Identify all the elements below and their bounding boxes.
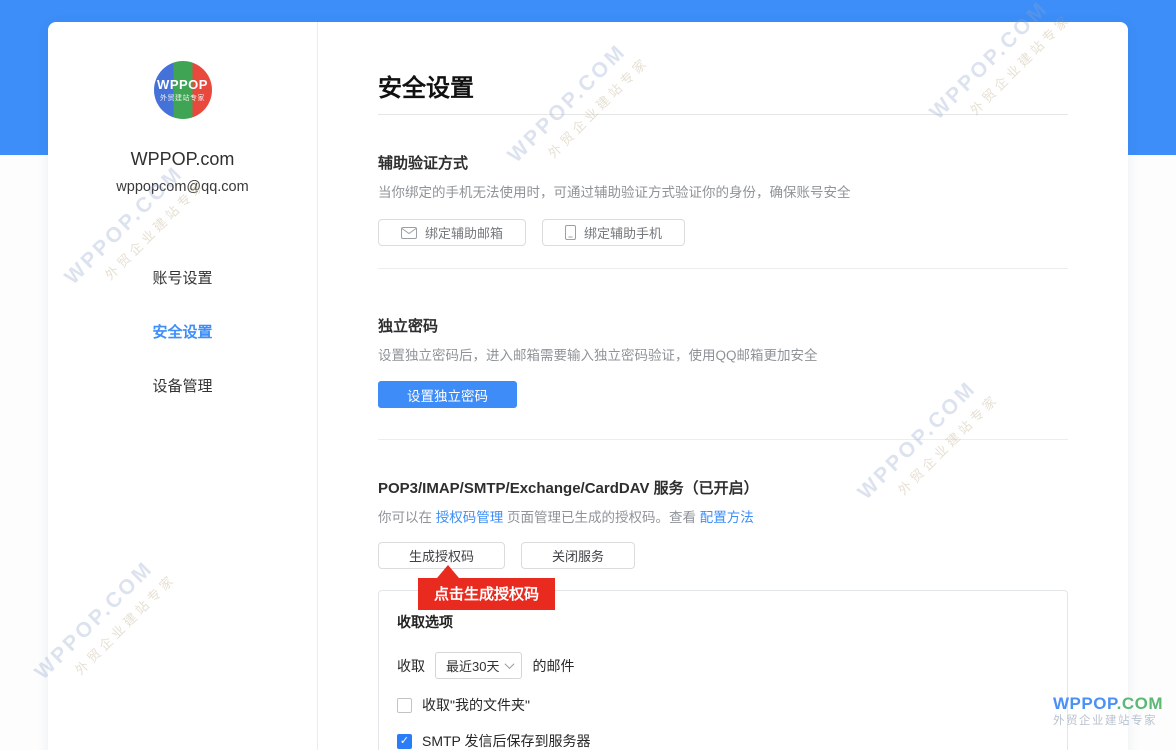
fetch-my-folders-row: 收取"我的文件夹" [397,695,1047,715]
fetch-my-folders-label: 收取"我的文件夹" [422,695,530,715]
aux-description: 当你绑定的手机无法使用时，可通过辅助验证方式验证你的身份，确保账号安全 [378,181,1068,201]
chevron-down-icon [505,659,515,669]
config-method-link[interactable]: 配置方法 [700,510,754,525]
pop-description: 你可以在 授权码管理 页面管理已生成的授权码。查看 配置方法 [378,506,1068,526]
aux-heading: 辅助验证方式 [378,152,1068,173]
auth-code-management-link[interactable]: 授权码管理 [436,510,504,525]
pop-buttons-row: 生成授权码 关闭服务 [378,542,1068,569]
wppop-logo: WPPOP 外贸建站专家 [154,61,212,119]
logo-subtext: 外贸建站专家 [160,93,205,103]
title-divider [378,114,1068,115]
pwd-heading: 独立密码 [378,315,1068,336]
bind-backup-email-button[interactable]: 绑定辅助邮箱 [378,219,526,246]
aux-verification-section: 辅助验证方式 当你绑定的手机无法使用时，可通过辅助验证方式验证你的身份，确保账号… [378,152,1068,269]
close-service-button[interactable]: 关闭服务 [521,542,635,569]
fetch-range-row: 收取 最近30天 的邮件 [397,652,1047,679]
fetch-options-heading: 收取选项 [397,612,1047,632]
fetch-prefix-label: 收取 [397,656,425,676]
pop-controls-wrap: 生成授权码 关闭服务 点击生成授权码 收取选项 收取 最近30天 [378,542,1068,750]
fetch-suffix-label: 的邮件 [532,656,574,676]
fetch-range-value: 最近30天 [446,656,499,675]
bind-backup-email-label: 绑定辅助邮箱 [425,223,503,242]
sidebar-item-security-settings[interactable]: 安全设置 [48,321,317,342]
pop-desc-mid: 页面管理已生成的授权码。查看 [507,510,696,525]
footer-brand-name: WPPOP.COM [1053,694,1163,714]
bind-backup-phone-button[interactable]: 绑定辅助手机 [542,219,685,246]
smtp-save-checkbox[interactable] [397,734,412,749]
settings-card: WPPOP 外贸建站专家 WPPOP.com wppopcom@qq.com 账… [48,22,1128,750]
mobile-phone-icon [565,225,576,240]
page-title: 安全设置 [378,68,1068,103]
pwd-buttons-row: 设置独立密码 [378,381,1068,408]
main-content: 安全设置 辅助验证方式 当你绑定的手机无法使用时，可通过辅助验证方式验证你的身份… [318,22,1128,750]
envelope-icon [401,227,417,239]
footer-brand-tagline: 外贸企业建站专家 [1053,715,1163,729]
section-divider [378,268,1068,269]
smtp-save-row: SMTP 发信后保存到服务器 [397,731,1047,750]
generate-auth-code-callout: 点击生成授权码 [418,578,555,610]
independent-password-section: 独立密码 设置独立密码后，进入邮箱需要输入独立密码验证，使用QQ邮箱更加安全 设… [378,315,1068,440]
sidebar-item-account-settings[interactable]: 账号设置 [48,267,317,288]
pop-heading: POP3/IMAP/SMTP/Exchange/CardDAV 服务（已开启） [378,477,1068,498]
set-independent-password-button[interactable]: 设置独立密码 [378,381,517,408]
sidebar: WPPOP 外贸建站专家 WPPOP.com wppopcom@qq.com 账… [48,22,318,750]
callout-arrow-up-icon [437,565,459,578]
fetch-range-select[interactable]: 最近30天 [435,652,522,679]
pop-desc-prefix: 你可以在 [378,510,432,525]
smtp-save-label: SMTP 发信后保存到服务器 [422,731,591,750]
section-divider [378,439,1068,440]
sidebar-item-device-management[interactable]: 设备管理 [48,375,317,396]
account-email: wppopcom@qq.com [48,179,317,195]
pwd-description: 设置独立密码后，进入邮箱需要输入独立密码验证，使用QQ邮箱更加安全 [378,344,1068,364]
bind-backup-phone-label: 绑定辅助手机 [584,223,662,242]
logo-text: WPPOP [157,77,208,92]
pop-service-section: POP3/IMAP/SMTP/Exchange/CardDAV 服务（已开启） … [378,477,1068,750]
account-name: WPPOP.com [48,149,317,170]
aux-buttons-row: 绑定辅助邮箱 绑定辅助手机 [378,219,1068,246]
fetch-my-folders-checkbox[interactable] [397,698,412,713]
callout-label: 点击生成授权码 [434,586,539,603]
footer-brand-wppop: WPPOP [1053,694,1117,713]
footer-brand: WPPOP.COM 外贸企业建站专家 [1053,694,1163,729]
sidebar-nav: 账号设置 安全设置 设备管理 [48,267,317,396]
fetch-options-box: 收取选项 收取 最近30天 的邮件 收取"我的文件夹" [378,590,1068,750]
footer-brand-com: .COM [1117,694,1163,713]
